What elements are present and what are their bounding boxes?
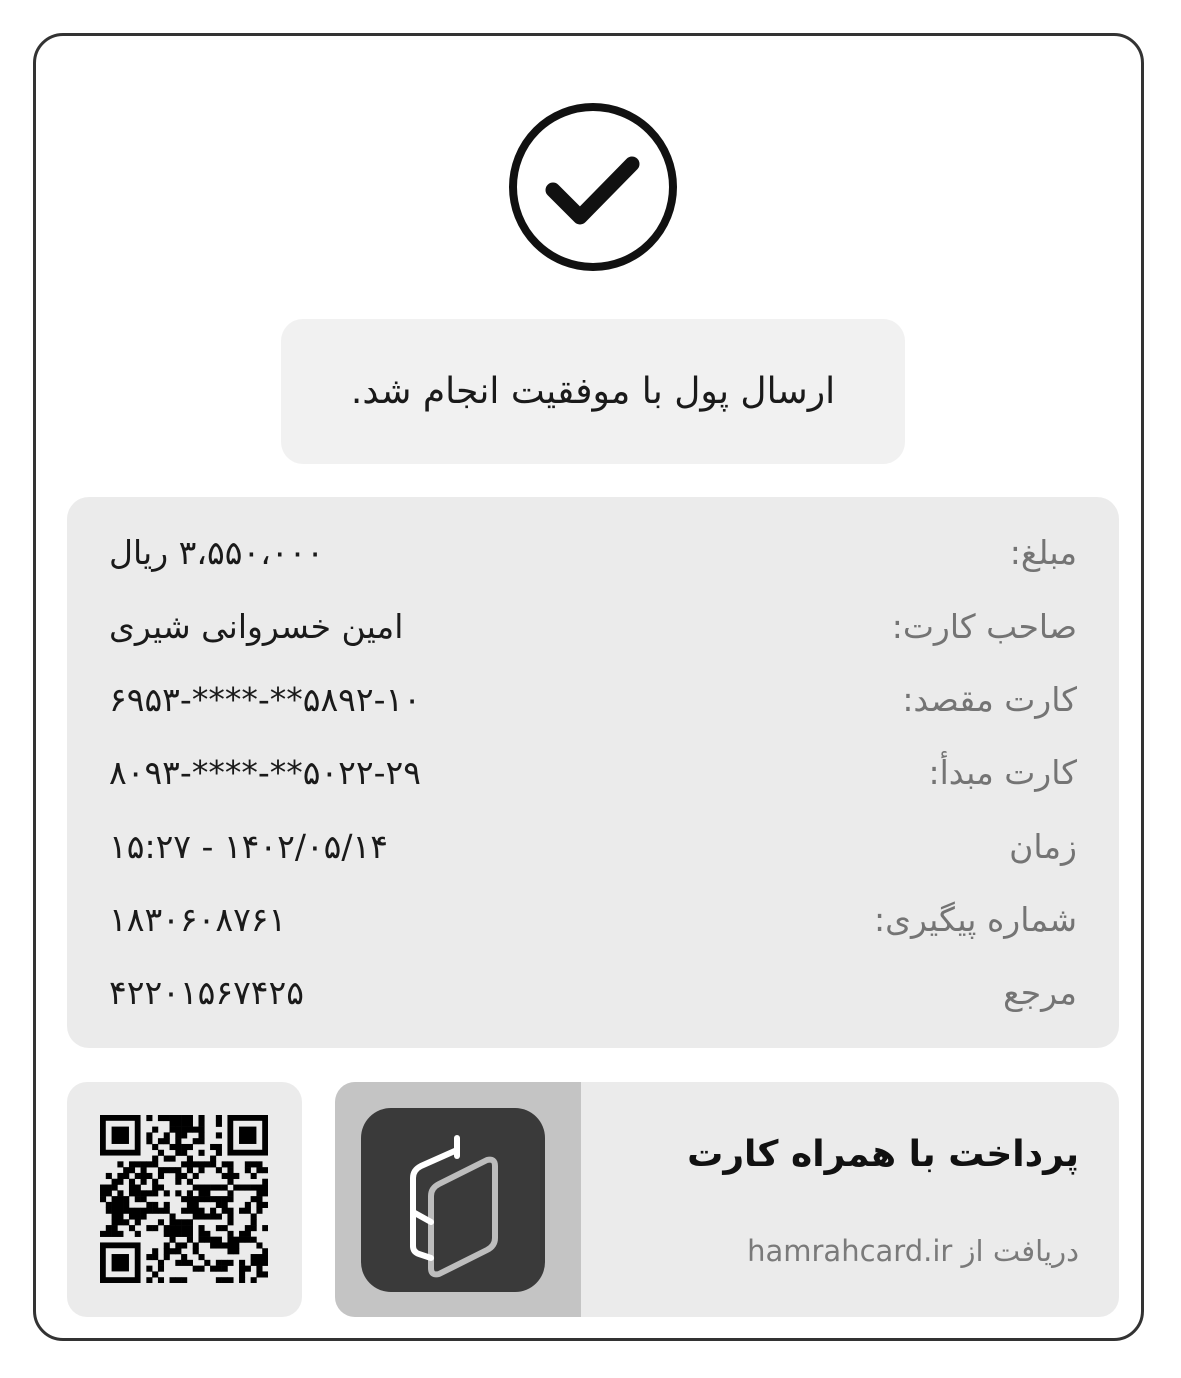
transaction-details: مبلغ: ۳،۵۵۰،۰۰۰ ریال صاحب کارت: امین خسر… [67,497,1119,1048]
detail-row-source-card: کارت مبدأ: ۵۰۲۲-۲۹**-****-۸۰۹۳ [67,743,1119,803]
detail-value: ۳،۵۵۰،۰۰۰ ریال [109,533,325,572]
detail-value: امین خسروانی شیری [109,607,404,646]
detail-row-destination-card: کارت مقصد: ۵۸۹۲-۱۰**-****-۶۹۵۳ [67,670,1119,730]
detail-label: کارت مقصد: [902,680,1077,719]
detail-row-time: زمان ۱۴۰۲/۰۵/۱۴ - ۱۵:۲۷ [67,817,1119,877]
detail-label: مرجع [1003,973,1077,1012]
check-circle-icon [506,100,680,274]
detail-row-amount: مبلغ: ۳،۵۵۰،۰۰۰ ریال [67,523,1119,583]
detail-value: ۵۰۲۲-۲۹**-****-۸۰۹۳ [109,753,421,792]
promo-title: پرداخت با همراه کارت [687,1134,1079,1175]
detail-value: ۵۸۹۲-۱۰**-****-۶۹۵۳ [109,680,421,719]
success-message: ارسال پول با موفقیت انجام شد. [281,319,905,464]
detail-row-tracking-number: شماره پیگیری: ۱۸۳۰۶۰۸۷۶۱ [67,890,1119,950]
detail-value: ۱۸۳۰۶۰۸۷۶۱ [109,900,287,939]
hamrahcard-logo-icon[interactable] [361,1108,545,1292]
detail-value: ۱۴۰۲/۰۵/۱۴ - ۱۵:۲۷ [109,827,388,866]
qr-code[interactable] [67,1082,302,1317]
promo-link[interactable]: دریافت از hamrahcard.ir [747,1234,1079,1268]
qr-code-icon [100,1115,268,1283]
detail-value: ۴۲۲۰۱۵۶۷۴۲۵ [109,973,304,1012]
detail-label: صاحب کارت: [891,607,1077,646]
receipt-card: ارسال پول با موفقیت انجام شد. مبلغ: ۳،۵۵… [33,33,1144,1341]
detail-label: مبلغ: [1009,533,1077,572]
detail-label: کارت مبدأ: [928,753,1078,792]
detail-row-card-holder: صاحب کارت: امین خسروانی شیری [67,597,1119,657]
detail-row-reference: مرجع ۴۲۲۰۱۵۶۷۴۲۵ [67,963,1119,1023]
detail-label: شماره پیگیری: [874,900,1077,939]
detail-label: زمان [1009,827,1077,866]
hamrahcard-promo[interactable]: پرداخت با همراه کارت دریافت از hamrahcar… [335,1082,1119,1317]
promo-icon-panel [335,1082,581,1317]
